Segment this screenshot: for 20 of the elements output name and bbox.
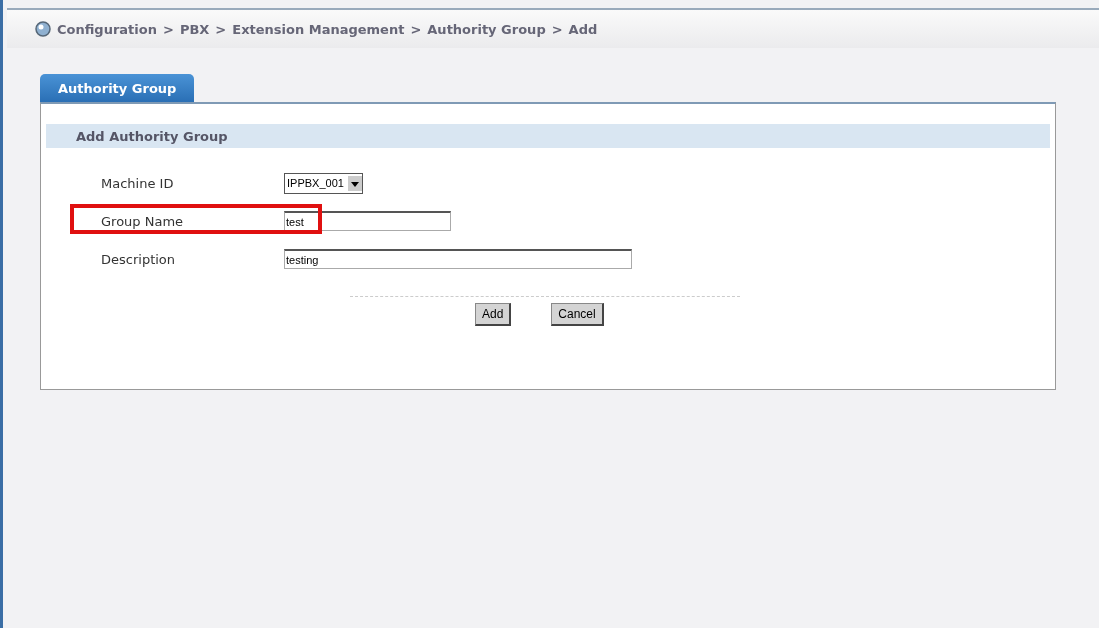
input-field[interactable]: testing bbox=[284, 249, 632, 269]
field-label: Description bbox=[101, 251, 177, 267]
machine-dropdown[interactable]: IPPBX_001 bbox=[284, 172, 363, 194]
field-label: Group Name bbox=[101, 213, 185, 229]
tab[interactable]: Authority Group bbox=[40, 74, 195, 102]
field-label: Machine ID bbox=[101, 175, 175, 191]
breadcrumb-separator: > bbox=[215, 21, 227, 37]
breadcrumb-item[interactable]: Add bbox=[568, 21, 598, 37]
form-button[interactable]: Add bbox=[475, 303, 512, 326]
breadcrumb-separator: > bbox=[551, 21, 563, 37]
breadcrumb-separator: > bbox=[410, 21, 422, 37]
section-header: Add Authority Group bbox=[46, 124, 1050, 148]
breadcrumb-item[interactable]: Extension Management bbox=[232, 21, 405, 37]
input-field[interactable]: test bbox=[284, 211, 451, 231]
breadcrumb-item[interactable]: Authority Group bbox=[427, 21, 546, 37]
breadcrumb-item[interactable]: PBX bbox=[179, 21, 210, 37]
breadcrumb-item[interactable]: Configuration bbox=[57, 21, 157, 37]
globe-icon bbox=[35, 21, 51, 37]
form-button[interactable]: Cancel bbox=[551, 303, 604, 326]
breadcrumb-separator: > bbox=[162, 21, 174, 37]
